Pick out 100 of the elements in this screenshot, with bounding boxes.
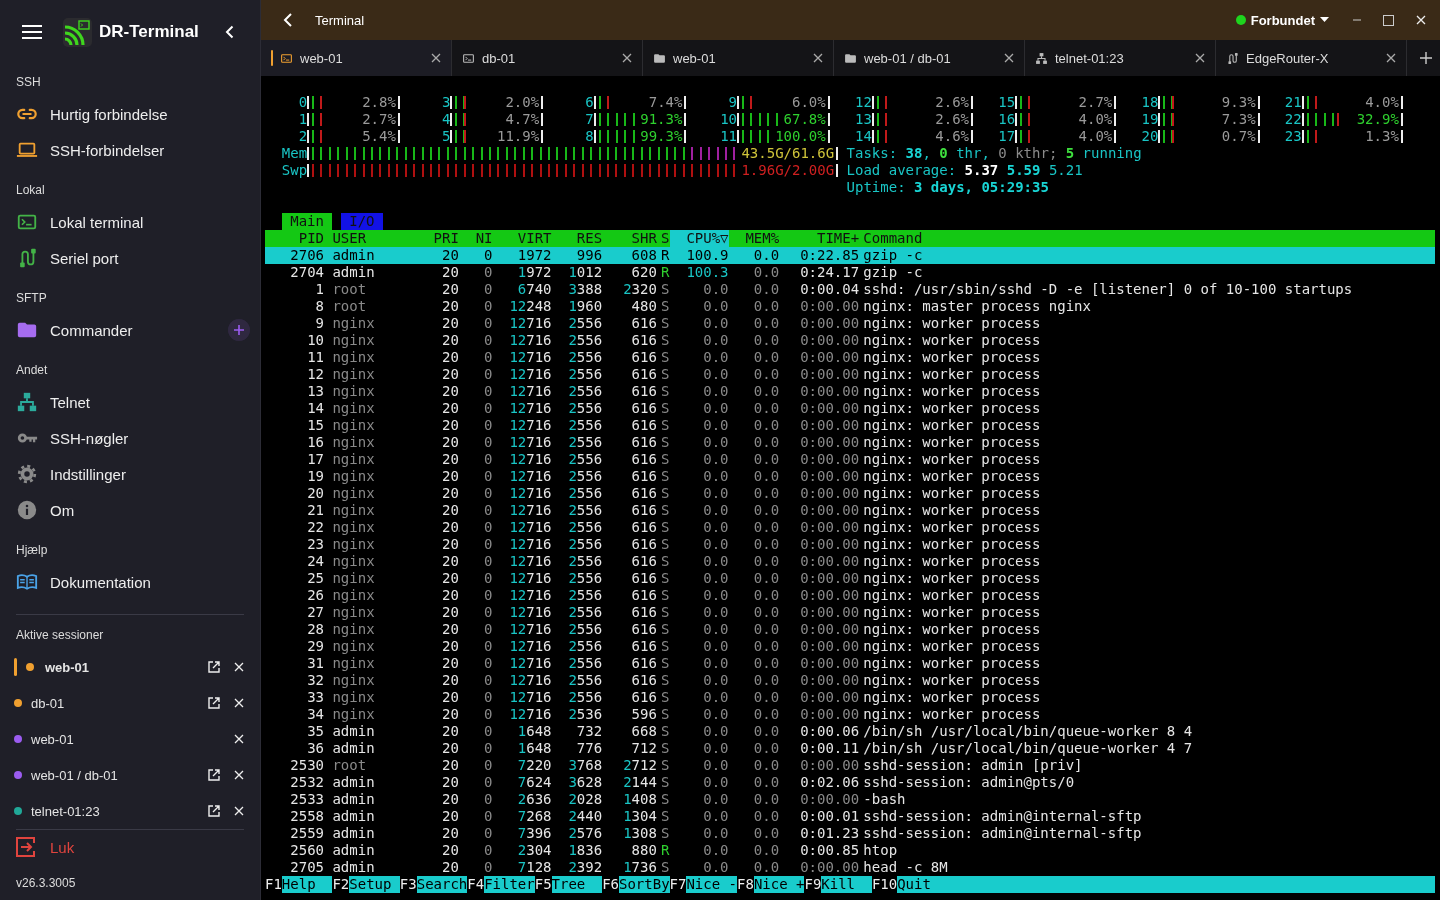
process-row[interactable]: 23 nginx 20 0 12716 2556 616 S 0.0 0.0 0:00.00 nginx: worker process (265, 536, 1435, 553)
maximize-icon[interactable] (1383, 14, 1394, 26)
process-row[interactable]: 22 nginx 20 0 12716 2556 616 S 0.0 0.0 0:00.00 nginx: worker process (265, 519, 1435, 536)
key-action[interactable]: Tree (551, 876, 603, 893)
key-action[interactable]: SortBy (619, 876, 670, 893)
process-row[interactable]: 17 nginx 20 0 12716 2556 616 S 0.0 0.0 0:00.00 nginx: worker process (265, 451, 1435, 468)
nav-item[interactable]: Lokal terminal (0, 204, 250, 240)
section-heading: Lokal (15, 182, 46, 199)
process-row[interactable]: 10 nginx 20 0 12716 2556 616 S 0.0 0.0 0:00.00 nginx: worker process (265, 332, 1435, 349)
key-action[interactable]: Help (281, 876, 333, 893)
process-row[interactable]: 35 admin 20 0 1648 732 668 S 0.0 0.0 0:00.06 /bin/sh /usr/local/bin/queue-worker 8 4 (265, 723, 1435, 740)
nav-item[interactable]: SSH-forbindelser (0, 132, 250, 168)
session-item[interactable]: web-01 (45, 659, 90, 675)
nav-item[interactable]: Om (0, 492, 250, 528)
process-row[interactable]: 2558 admin 20 0 7268 2440 1304 S 0.0 0.0 0:00.01 sshd-session: admin@internal-sftp (265, 808, 1435, 825)
table-cell-text: nginx (331, 434, 376, 451)
key-action[interactable]: Nice + (753, 876, 805, 893)
popout-icon[interactable] (208, 769, 220, 781)
popout-icon[interactable] (208, 697, 220, 709)
process-row[interactable]: 2530 root 20 0 7220 3768 2712 S 0.0 0.0 0:00.00 sshd-session: admin [priv] (265, 757, 1435, 774)
status-label[interactable]: Forbundet (1250, 12, 1315, 28)
process-row[interactable]: 24 nginx 20 0 12716 2556 616 S 0.0 0.0 0:00.00 nginx: worker process (265, 553, 1435, 570)
process-row[interactable]: 14 nginx 20 0 12716 2556 616 S 0.0 0.0 0:00.00 nginx: worker process (265, 400, 1435, 417)
menu-icon[interactable] (22, 25, 42, 39)
process-row[interactable]: 2704 admin 20 0 1972 1012 620 R 100.3 0.0 0:24.17 gzip -c (265, 264, 1435, 281)
popout-icon[interactable] (208, 805, 220, 817)
process-row[interactable]: 15 nginx 20 0 12716 2556 616 S 0.0 0.0 0:00.00 nginx: worker process (265, 417, 1435, 434)
process-row[interactable]: 19 nginx 20 0 12716 2556 616 S 0.0 0.0 0:00.00 nginx: worker process (265, 468, 1435, 485)
process-row[interactable]: 11 nginx 20 0 12716 2556 616 S 0.0 0.0 0:00.00 nginx: worker process (265, 349, 1435, 366)
key-action[interactable]: Kill (821, 876, 872, 893)
table-cell-text: 2532 (289, 774, 324, 791)
process-row[interactable]: 28 nginx 20 0 12716 2556 616 S 0.0 0.0 0:00.00 nginx: worker process (265, 621, 1435, 638)
process-row[interactable]: 21 nginx 20 0 12716 2556 616 S 0.0 0.0 0:00.00 nginx: worker process (265, 502, 1435, 519)
session-item[interactable]: web-01 (31, 731, 74, 747)
session-item[interactable]: db-01 (31, 695, 65, 711)
process-row[interactable]: 25 nginx 20 0 12716 2556 616 S 0.0 0.0 0:00.00 nginx: worker process (265, 570, 1435, 587)
column-header[interactable]: CPU%▽ (669, 230, 729, 247)
process-row[interactable]: 31 nginx 20 0 12716 2556 616 S 0.0 0.0 0:00.00 nginx: worker process (265, 655, 1435, 672)
column-header[interactable]: S (656, 230, 670, 247)
key-action[interactable]: Search (416, 876, 468, 893)
back-icon[interactable] (283, 13, 293, 27)
process-row[interactable]: 27 nginx 20 0 12716 2556 616 S 0.0 0.0 0:00.00 nginx: worker process (265, 604, 1435, 621)
process-row[interactable]: 2532 admin 20 0 7624 3628 2144 S 0.0 0.0 0:02.06 sshd-session: admin@pts/0 (265, 774, 1435, 791)
process-row[interactable]: 2559 admin 20 0 7396 2576 1308 S 0.0 0.0 0:01.23 sshd-session: admin@internal-sftp (265, 825, 1435, 842)
process-row[interactable]: 2533 admin 20 0 2636 2028 1408 S 0.0 0.0 0:00.00 -bash (265, 791, 1435, 808)
popout-icon[interactable] (208, 661, 220, 673)
nav-item[interactable]: Telnet (0, 384, 250, 420)
column-header[interactable]: Command (859, 230, 1435, 247)
close-icon[interactable] (1386, 53, 1396, 63)
close-icon[interactable] (1004, 53, 1014, 63)
key-action[interactable]: Setup (349, 876, 400, 893)
process-row[interactable]: 16 nginx 20 0 12716 2556 616 S 0.0 0.0 0:00.00 nginx: worker process (265, 434, 1435, 451)
nav-item[interactable]: Commander (0, 312, 228, 348)
caret-icon[interactable] (1320, 17, 1329, 23)
tab[interactable]: web-01 (261, 40, 452, 76)
process-row[interactable]: 26 nginx 20 0 12716 2556 616 S 0.0 0.0 0:00.00 nginx: worker process (265, 587, 1435, 604)
column-header[interactable]: RES (551, 230, 603, 247)
column-header[interactable]: PRI (408, 230, 459, 247)
column-header[interactable]: NI (458, 230, 493, 247)
process-row[interactable]: 1 root 20 0 6740 3388 2320 S 0.0 0.0 0:00.04 sshd: /usr/sbin/sshd -D -e [listener] 0 of 10-100 startups (265, 281, 1435, 298)
key-action[interactable]: Filter (484, 876, 535, 893)
process-row[interactable]: 36 admin 20 0 1648 776 712 S 0.0 0.0 0:00.11 /bin/sh /usr/local/bin/queue-worker 4 7 (265, 740, 1435, 757)
process-row[interactable]: 12 nginx 20 0 12716 2556 616 S 0.0 0.0 0:00.00 nginx: worker process (265, 366, 1435, 383)
nav-item[interactable]: Indstillinger (0, 456, 250, 492)
nav-item[interactable]: Seriel port (0, 240, 250, 276)
chevron-icon[interactable] (225, 25, 234, 39)
nav-item[interactable]: SSH-nøgler (0, 420, 250, 456)
nav-item[interactable]: Hurtig forbindelse (0, 96, 250, 132)
key-action[interactable]: Quit (897, 876, 1435, 893)
column-header[interactable]: USER (324, 230, 409, 247)
process-row[interactable]: 9 nginx 20 0 12716 2556 616 S 0.0 0.0 0:00.00 nginx: worker process (265, 315, 1435, 332)
column-header[interactable]: MEM% (728, 230, 780, 247)
nav-item[interactable]: Dokumentation (0, 564, 250, 600)
process-row[interactable]: 2706 admin 20 0 1972 996 608 R 100.9 0.0 0:22.85 gzip -c (265, 247, 1435, 264)
quit-button[interactable]: Luk (0, 830, 260, 864)
column-header[interactable]: PID (265, 230, 324, 247)
close-icon[interactable] (1195, 53, 1205, 63)
process-row[interactable]: 33 nginx 20 0 12716 2556 616 S 0.0 0.0 0:00.00 nginx: worker process (265, 689, 1435, 706)
process-row[interactable]: 20 nginx 20 0 12716 2556 616 S 0.0 0.0 0:00.00 nginx: worker process (265, 485, 1435, 502)
session-item[interactable]: web-01 / db-01 (31, 767, 118, 783)
session-item[interactable]: telnet-01:23 (31, 803, 100, 819)
table-cell-text: 0.0 (702, 332, 729, 349)
close-icon[interactable] (622, 53, 632, 63)
close-icon[interactable] (813, 53, 823, 63)
process-row[interactable]: 2705 admin 20 0 7128 2392 1736 S 0.0 0.0 0:00.00 head -c 8M (265, 859, 1435, 876)
screen-tab[interactable]: Main (281, 213, 333, 230)
process-row[interactable]: 29 nginx 20 0 12716 2556 616 S 0.0 0.0 0:00.00 nginx: worker process (265, 638, 1435, 655)
table-cell-text: 0.0 (702, 638, 729, 655)
close-icon[interactable] (431, 53, 441, 63)
column-header[interactable]: VIRT (492, 230, 552, 247)
table-cell-text: 880 (630, 842, 657, 859)
key-action[interactable]: Nice - (686, 876, 737, 893)
process-row[interactable]: 32 nginx 20 0 12716 2556 616 S 0.0 0.0 0:00.00 nginx: worker process (265, 672, 1435, 689)
process-row[interactable]: 34 nginx 20 0 12716 2536 596 S 0.0 0.0 0:00.00 nginx: worker process (265, 706, 1435, 723)
plus-icon[interactable] (1420, 52, 1432, 64)
process-row[interactable]: 2560 admin 20 0 2304 1836 880 R 0.0 0.0 0:00.85 htop (265, 842, 1435, 859)
column-header[interactable]: SHR (602, 230, 657, 247)
column-header[interactable]: TIME+ (779, 230, 860, 247)
process-row[interactable]: 13 nginx 20 0 12716 2556 616 S 0.0 0.0 0:00.00 nginx: worker process (265, 383, 1435, 400)
process-row[interactable]: 8 root 20 0 12248 1960 480 S 0.0 0.0 0:00.00 nginx: master process nginx (265, 298, 1435, 315)
